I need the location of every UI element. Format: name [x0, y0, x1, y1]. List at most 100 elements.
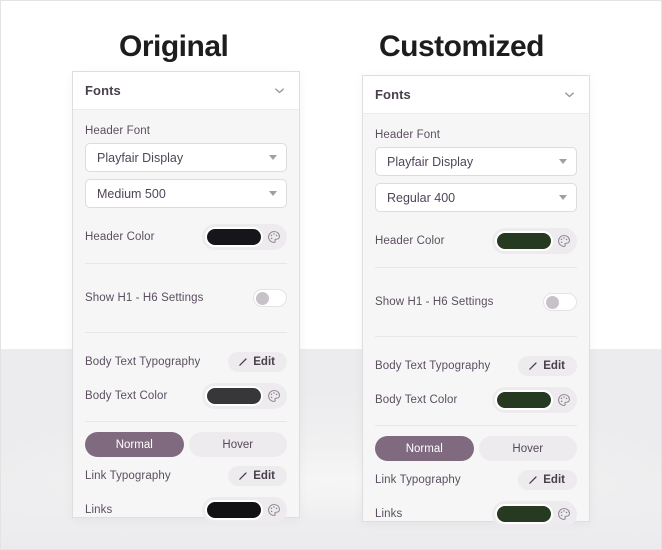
tab-normal[interactable]: Normal — [85, 432, 184, 457]
palette-icon[interactable] — [557, 234, 571, 248]
body-text-typography-row-original: Body Text Typography Edit — [85, 345, 287, 379]
pencil-icon — [238, 357, 248, 367]
body-text-color-row-customized: Body Text Color — [375, 383, 577, 417]
color-swatch[interactable] — [495, 390, 553, 410]
panel-body-customized: Header Font Playfair Display Regular 400… — [363, 114, 589, 531]
link-typography-edit-button[interactable]: Edit — [518, 470, 577, 490]
link-typography-row-original: Link Typography Edit — [85, 459, 287, 493]
panel-header-original[interactable]: Fonts — [73, 72, 299, 110]
divider — [85, 263, 287, 264]
divider — [85, 421, 287, 422]
body-text-typography-label: Body Text Typography — [375, 360, 491, 372]
edit-button-label: Edit — [543, 360, 565, 372]
show-h1-h6-label: Show H1 - H6 Settings — [375, 296, 494, 308]
color-swatch[interactable] — [495, 504, 553, 524]
show-h1-h6-row-customized: Show H1 - H6 Settings — [375, 280, 577, 324]
links-color-label: Links — [375, 508, 403, 520]
pencil-icon — [238, 471, 248, 481]
chevron-down-icon[interactable] — [273, 84, 286, 97]
caret-down-icon — [269, 155, 277, 160]
divider — [375, 336, 577, 337]
divider — [375, 267, 577, 268]
header-color-row-original: Header Color — [85, 215, 287, 259]
toggle-knob — [546, 295, 559, 309]
color-swatch[interactable] — [205, 500, 263, 520]
body-text-typography-edit-button[interactable]: Edit — [518, 356, 577, 376]
color-swatch[interactable] — [495, 231, 553, 251]
font-family-select-original[interactable]: Playfair Display — [85, 143, 287, 172]
header-color-control[interactable] — [492, 228, 577, 254]
fonts-panel-customized: Fonts Header Font Playfair Display Regul… — [362, 75, 590, 527]
link-typography-edit-button[interactable]: Edit — [228, 466, 287, 486]
fonts-panel-original: Fonts Header Font Playfair Display Mediu… — [72, 71, 300, 523]
toggle-knob — [256, 291, 269, 305]
font-weight-value: Regular 400 — [387, 190, 456, 205]
divider — [85, 332, 287, 333]
header-font-label-block: Header Font — [85, 110, 287, 143]
column-title-customized: Customized — [379, 30, 545, 63]
panel-header-customized[interactable]: Fonts — [363, 76, 589, 114]
palette-icon[interactable] — [267, 503, 281, 517]
font-family-select-customized[interactable]: Playfair Display — [375, 147, 577, 176]
panel-title: Fonts — [85, 83, 121, 98]
link-state-tabs-customized: Normal Hover — [375, 436, 577, 461]
show-h1-h6-row-original: Show H1 - H6 Settings — [85, 276, 287, 320]
divider — [375, 425, 577, 426]
palette-icon[interactable] — [267, 230, 281, 244]
body-text-typography-label: Body Text Typography — [85, 356, 201, 368]
body-text-color-label: Body Text Color — [375, 394, 458, 406]
body-text-typography-row-customized: Body Text Typography Edit — [375, 349, 577, 383]
screenshot-frame: Original Customized Fonts Header Font Pl… — [0, 0, 662, 550]
column-title-original: Original — [119, 30, 229, 63]
pencil-icon — [528, 475, 538, 485]
links-color-row-customized: Links — [375, 497, 577, 531]
pencil-icon — [528, 361, 538, 371]
header-color-control[interactable] — [202, 224, 287, 250]
color-swatch[interactable] — [205, 227, 263, 247]
panel-title: Fonts — [375, 87, 411, 102]
link-state-tabs-original: Normal Hover — [85, 432, 287, 457]
show-h1-h6-label: Show H1 - H6 Settings — [85, 292, 204, 304]
header-font-label-block: Header Font — [375, 114, 577, 147]
link-typography-label: Link Typography — [85, 470, 171, 482]
font-weight-select-original[interactable]: Medium 500 — [85, 179, 287, 208]
font-family-value: Playfair Display — [387, 154, 474, 169]
palette-icon[interactable] — [557, 507, 571, 521]
caret-down-icon — [269, 191, 277, 196]
font-family-value: Playfair Display — [97, 150, 184, 165]
links-color-row-original: Links — [85, 493, 287, 527]
links-color-control[interactable] — [492, 501, 577, 527]
caret-down-icon — [559, 159, 567, 164]
header-color-label: Header Color — [375, 235, 445, 247]
font-weight-value: Medium 500 — [97, 186, 166, 201]
panel-body-original: Header Font Playfair Display Medium 500 … — [73, 110, 299, 527]
header-color-label: Header Color — [85, 231, 155, 243]
body-text-color-row-original: Body Text Color — [85, 379, 287, 413]
edit-button-label: Edit — [543, 474, 565, 486]
color-swatch[interactable] — [205, 386, 263, 406]
font-weight-select-customized[interactable]: Regular 400 — [375, 183, 577, 212]
links-color-label: Links — [85, 504, 113, 516]
edit-button-label: Edit — [253, 356, 275, 368]
link-typography-row-customized: Link Typography Edit — [375, 463, 577, 497]
caret-down-icon — [559, 195, 567, 200]
body-text-color-label: Body Text Color — [85, 390, 168, 402]
show-h1-h6-toggle[interactable] — [253, 289, 287, 307]
header-font-label: Header Font — [85, 125, 151, 137]
body-text-color-control[interactable] — [202, 383, 287, 409]
body-text-color-control[interactable] — [492, 387, 577, 413]
tab-hover[interactable]: Hover — [188, 432, 287, 457]
tab-normal[interactable]: Normal — [375, 436, 474, 461]
links-color-control[interactable] — [202, 497, 287, 523]
show-h1-h6-toggle[interactable] — [543, 293, 577, 311]
chevron-down-icon[interactable] — [563, 88, 576, 101]
body-text-typography-edit-button[interactable]: Edit — [228, 352, 287, 372]
link-typography-label: Link Typography — [375, 474, 461, 486]
header-font-label: Header Font — [375, 129, 441, 141]
palette-icon[interactable] — [267, 389, 281, 403]
palette-icon[interactable] — [557, 393, 571, 407]
comparison-stage: Original Customized Fonts Header Font Pl… — [1, 1, 661, 549]
header-color-row-customized: Header Color — [375, 219, 577, 263]
edit-button-label: Edit — [253, 470, 275, 482]
tab-hover[interactable]: Hover — [478, 436, 577, 461]
